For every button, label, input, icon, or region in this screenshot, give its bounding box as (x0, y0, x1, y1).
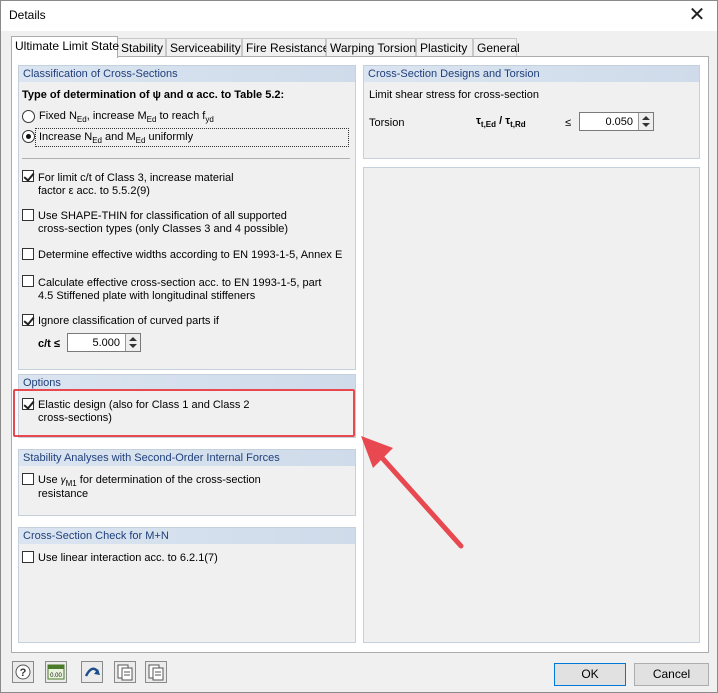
check-gamma-m1-line2: resistance (38, 488, 89, 500)
import-button[interactable] (114, 661, 136, 683)
tab-warping-torsion[interactable]: Warping Torsion (326, 38, 416, 56)
mn-header: Cross-Section Check for M+N (19, 528, 355, 544)
check-stiffened-plate[interactable] (22, 275, 34, 287)
refresh-button[interactable] (81, 661, 103, 683)
arrow-annotation (361, 436, 464, 549)
cancel-button[interactable]: Cancel (634, 663, 709, 686)
help-button[interactable]: ? (12, 661, 34, 683)
spin-up-icon[interactable] (129, 337, 137, 341)
torsion-value: 0.050 (605, 116, 633, 128)
check-effective-widths-label: Determine effective widths according to … (38, 249, 343, 261)
spin-down-icon[interactable] (129, 344, 137, 348)
details-dialog: Details ✕ Ultimate Limit State Stability… (0, 0, 718, 693)
check-shape-thin-line1: Use SHAPE-THIN for classification of all… (38, 210, 287, 222)
check-linear-interaction[interactable] (22, 551, 34, 563)
export-button[interactable] (145, 661, 167, 683)
right-empty-panel (363, 167, 700, 643)
tab-serviceability[interactable]: Serviceability (166, 38, 242, 56)
check-effective-widths[interactable] (22, 248, 34, 260)
check-ignore-curved-label: Ignore classification of curved parts if (38, 315, 219, 327)
check-limit-ct[interactable] (22, 170, 34, 182)
ct-value: 5.000 (92, 337, 120, 349)
torsion-spinner[interactable]: 0.050 (579, 112, 654, 131)
arrow-shaft (373, 448, 464, 549)
tab-stability[interactable]: Stability (117, 38, 166, 56)
highlight-box (13, 389, 355, 437)
check-linear-interaction-label: Use linear interaction acc. to 6.2.1(7) (38, 552, 218, 564)
close-icon[interactable]: ✕ (687, 3, 707, 27)
tab-ultimate-limit-state[interactable]: Ultimate Limit State (11, 36, 119, 58)
check-limit-ct-line1: For limit c/t of Class 3, increase mater… (38, 172, 234, 184)
mn-group: Cross-Section Check for M+N (18, 527, 356, 643)
export-icon (148, 664, 164, 681)
help-icon: ? (15, 664, 31, 680)
ct-label: c/t ≤ (38, 338, 60, 350)
leq-symbol: ≤ (565, 117, 572, 129)
check-shape-thin-line2: cross-section types (only Classes 3 and … (38, 223, 289, 235)
limit-shear-label: Limit shear stress for cross-section (369, 89, 539, 101)
ct-spin-arrows[interactable] (125, 334, 140, 351)
torsion-label: Torsion (369, 117, 405, 129)
ct-spinner[interactable]: 5.000 (67, 333, 141, 352)
check-limit-ct-line2: factor ε acc. to 5.5.2(9) (38, 185, 150, 197)
spin-down-icon[interactable] (642, 123, 650, 127)
units-button[interactable]: 0.00 (45, 661, 67, 683)
classification-header: Classification of Cross-Sections (19, 66, 355, 82)
refresh-icon (84, 667, 100, 677)
check-gamma-m1[interactable] (22, 473, 34, 485)
svg-text:0.00: 0.00 (50, 673, 62, 679)
radio-fixed-label: Fixed NEd, increase MEd to reach fyd (39, 110, 214, 125)
torsion-spin-arrows[interactable] (638, 113, 653, 130)
stability-header: Stability Analyses with Second-Order Int… (19, 450, 355, 466)
type-label: Type of determination of ψ and α acc. to… (22, 89, 285, 101)
tab-general[interactable]: General (473, 38, 520, 56)
units-icon: 0.00 (47, 664, 65, 680)
check-stiffened-plate-line1: Calculate effective cross-section acc. t… (38, 277, 322, 289)
check-stiffened-plate-line2: 4.5 Stiffened plate with longitudinal st… (38, 290, 256, 302)
ok-button[interactable]: OK (554, 663, 626, 686)
radio-increase-label: Increase NEd and MEd uniformly (39, 131, 194, 146)
check-shape-thin[interactable] (22, 209, 34, 221)
tab-plasticity[interactable]: Plasticity (416, 38, 473, 56)
check-ignore-curved[interactable] (22, 314, 34, 326)
torsion-header: Cross-Section Designs and Torsion (364, 66, 699, 82)
title-bar: Details ✕ (1, 1, 717, 31)
separator (22, 158, 350, 159)
window-title: Details (9, 8, 46, 22)
radio-increase-uniformly[interactable] (22, 130, 35, 143)
radio-fixed-ned[interactable] (22, 110, 35, 123)
import-icon (117, 664, 133, 681)
spin-up-icon[interactable] (642, 116, 650, 120)
tab-fire-resistance[interactable]: Fire Resistance (242, 38, 329, 56)
tau-ratio-label: τt,Ed / τt,Rd (476, 115, 526, 130)
svg-text:?: ? (20, 667, 27, 679)
